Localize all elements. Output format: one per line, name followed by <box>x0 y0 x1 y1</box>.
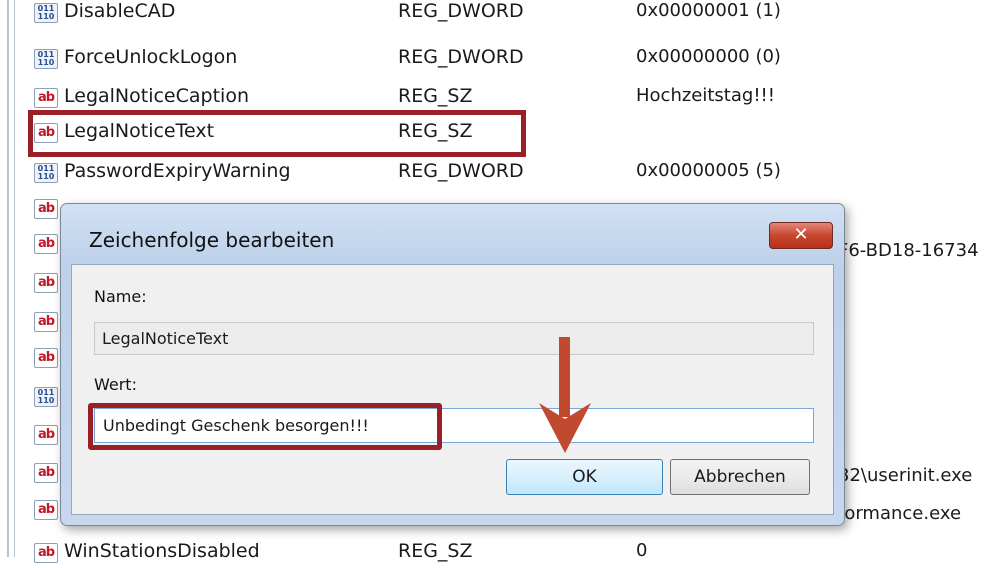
string-icon: ab <box>34 199 58 219</box>
name-field: LegalNoticeText <box>94 322 814 355</box>
dialog-client-area: Name: LegalNoticeText Wert: Unbedingt Ge… <box>71 264 834 515</box>
ok-button[interactable]: OK <box>506 459 663 495</box>
tree-divider-inner <box>14 0 15 557</box>
string-icon: ab <box>34 543 58 563</box>
value-data: Hochzeitstag!!! <box>636 85 775 106</box>
tree-divider <box>7 0 9 557</box>
registry-row-passwordexpirywarning[interactable]: 011 110 PasswordExpiryWarning REG_DWORD … <box>34 158 1000 188</box>
arrow-down-icon <box>539 337 591 453</box>
string-icon: ab <box>34 425 58 445</box>
value-data-fragment: F6-BD18-16734 <box>838 240 979 261</box>
dword-icon: 011 110 <box>34 3 58 23</box>
string-icon: ab <box>34 463 58 483</box>
value-type: REG_DWORD <box>398 160 524 182</box>
value-type: REG_SZ <box>398 540 473 562</box>
name-label: Name: <box>94 287 147 306</box>
edit-string-dialog: Zeichenfolge bearbeiten ✕ Name: LegalNot… <box>60 203 845 526</box>
close-button[interactable]: ✕ <box>769 222 833 249</box>
value-name: ForceUnlockLogon <box>64 46 238 68</box>
close-icon: ✕ <box>793 224 809 245</box>
value-type: REG_DWORD <box>398 46 524 68</box>
value-data: 0x00000001 (1) <box>636 0 781 21</box>
value-name: WinStationsDisabled <box>64 540 260 562</box>
registry-row-winstationsdisabled[interactable]: ab WinStationsDisabled REG_SZ 0 <box>34 538 1000 568</box>
string-icon: ab <box>34 88 58 108</box>
string-icon: ab <box>34 500 58 520</box>
value-data: 0x00000005 (5) <box>636 160 781 181</box>
registry-row-legalnoticecaption[interactable]: ab LegalNoticeCaption REG_SZ Hochzeitsta… <box>34 83 1000 113</box>
registry-row-disablecad[interactable]: 011 110 DisableCAD REG_DWORD 0x00000001 … <box>34 0 1000 28</box>
string-icon: ab <box>34 348 58 368</box>
value-data-fragment: formance.exe <box>838 503 962 524</box>
value-type: REG_DWORD <box>398 0 524 22</box>
value-name: DisableCAD <box>64 0 176 22</box>
value-type: REG_SZ <box>398 85 473 107</box>
string-icon: ab <box>34 273 58 293</box>
cancel-button[interactable]: Abbrechen <box>670 459 810 495</box>
value-name: LegalNoticeCaption <box>64 85 249 107</box>
dword-icon: 011 110 <box>34 387 58 407</box>
value-highlight <box>88 403 442 450</box>
value-label: Wert: <box>94 375 137 394</box>
string-icon: ab <box>34 312 58 332</box>
value-name: PasswordExpiryWarning <box>64 160 291 182</box>
arrow-shaft <box>559 337 570 417</box>
value-data-fragment: 32\userinit.exe <box>838 465 973 486</box>
legalnoticetext-highlight <box>28 110 526 157</box>
dword-icon: 011 110 <box>34 163 58 183</box>
registry-row-forceunlocklogon[interactable]: 011 110 ForceUnlockLogon REG_DWORD 0x000… <box>34 44 1000 74</box>
value-data: 0 <box>636 540 648 561</box>
string-icon: ab <box>34 234 58 254</box>
dialog-title: Zeichenfolge bearbeiten <box>89 228 335 252</box>
value-data: 0x00000000 (0) <box>636 46 781 67</box>
dword-icon: 011 110 <box>34 49 58 69</box>
